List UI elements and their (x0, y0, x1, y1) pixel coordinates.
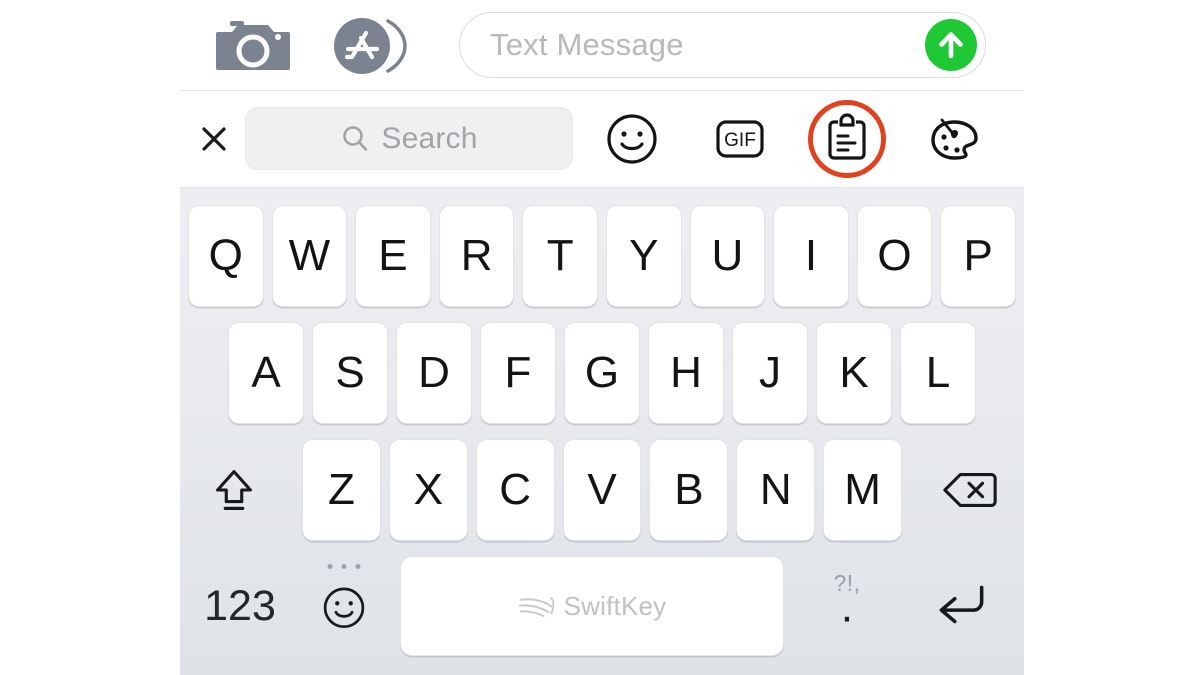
key-c[interactable]: C (475, 439, 555, 541)
swiftkey-keyboard: Q W E R T Y U I O P A S D F G H J K L Z … (180, 188, 1024, 675)
key-o[interactable]: O (856, 205, 933, 307)
palette-icon (931, 118, 978, 160)
search-magnifier-icon (343, 125, 368, 151)
key-i[interactable]: I (773, 205, 849, 307)
key-l[interactable]: L (900, 322, 976, 424)
keyboard-row-3: Z X C V B N M (180, 439, 1024, 541)
emoji-smiley-icon (607, 114, 657, 164)
key-v[interactable]: V (562, 439, 642, 541)
search-input[interactable]: Search (245, 107, 573, 170)
close-button[interactable] (194, 119, 234, 159)
key-q[interactable]: Q (188, 205, 264, 307)
messaging-app-panel: Text Message Search GIF Q W E R T Y U I … (180, 0, 1024, 675)
key-y[interactable]: Y (605, 205, 682, 307)
gif-picker-button[interactable]: GIF (708, 107, 772, 171)
key-x[interactable]: X (388, 439, 468, 541)
screenshot-root: Text Message Search GIF Q W E R T Y U I … (0, 0, 1200, 675)
key-k[interactable]: K (816, 322, 892, 424)
numbers-key[interactable]: 123 (184, 556, 296, 656)
punctuation-key[interactable]: ?!, · (792, 556, 902, 656)
key-e[interactable]: E (355, 205, 431, 307)
backspace-key[interactable] (926, 439, 1014, 541)
key-g[interactable]: G (564, 322, 640, 424)
message-placeholder: Text Message (490, 27, 684, 62)
key-m[interactable]: M (823, 439, 903, 541)
punctuation-secondary-label: ?!, (833, 570, 861, 596)
search-placeholder: Search (381, 121, 478, 155)
close-x-icon (202, 127, 226, 151)
key-a[interactable]: A (228, 322, 304, 424)
send-button[interactable] (925, 19, 977, 71)
key-t[interactable]: T (522, 205, 598, 307)
row3-right-spacer (906, 439, 920, 541)
gif-icon: GIF (716, 120, 764, 158)
compose-bar: Text Message (180, 0, 1024, 91)
keyboard-row-4: 123 SwiftKey ?!, · (180, 556, 1024, 656)
key-f[interactable]: F (480, 322, 556, 424)
space-key[interactable]: SwiftKey (400, 556, 784, 656)
key-h[interactable]: H (648, 322, 724, 424)
enter-key[interactable] (902, 556, 1020, 656)
key-r[interactable]: R (438, 205, 515, 307)
emoji-key[interactable] (296, 556, 392, 656)
key-p[interactable]: P (940, 205, 1016, 307)
key-d[interactable]: D (396, 322, 472, 424)
camera-icon (216, 21, 290, 70)
clipboard-icon (828, 113, 866, 160)
key-w[interactable]: W (271, 205, 348, 307)
camera-button[interactable] (216, 18, 290, 74)
key-b[interactable]: B (649, 439, 729, 541)
message-input-field[interactable]: Text Message (459, 12, 986, 78)
emoji-smiley-key-icon (323, 587, 365, 629)
key-n[interactable]: N (736, 439, 816, 541)
key-s[interactable]: S (312, 322, 388, 424)
gif-label: GIF (724, 130, 756, 151)
keyboard-row-1: Q W E R T Y U I O P (180, 205, 1024, 307)
sticker-toolbar: Search GIF (180, 91, 1024, 188)
clipboard-picker-button[interactable] (815, 107, 879, 171)
row3-left-spacer (284, 439, 298, 541)
palette-picker-button[interactable] (922, 107, 986, 171)
app-store-button[interactable] (330, 15, 408, 77)
shift-key[interactable] (190, 439, 278, 541)
backspace-delete-icon (943, 472, 997, 508)
app-store-icon (334, 18, 407, 74)
space-key-brand: SwiftKey (563, 590, 667, 621)
key-j[interactable]: J (732, 322, 808, 424)
shift-arrow-up-icon (216, 470, 252, 511)
return-enter-icon (939, 585, 984, 624)
keyboard-row-2: A S D F G H J K L (180, 322, 1024, 424)
swiftkey-logo-icon (518, 596, 554, 617)
key-z[interactable]: Z (302, 439, 381, 541)
emoji-picker-button[interactable] (600, 107, 664, 171)
send-arrow-up-icon (939, 32, 963, 59)
key-u[interactable]: U (689, 205, 766, 307)
emoji-key-dots (327, 564, 361, 569)
